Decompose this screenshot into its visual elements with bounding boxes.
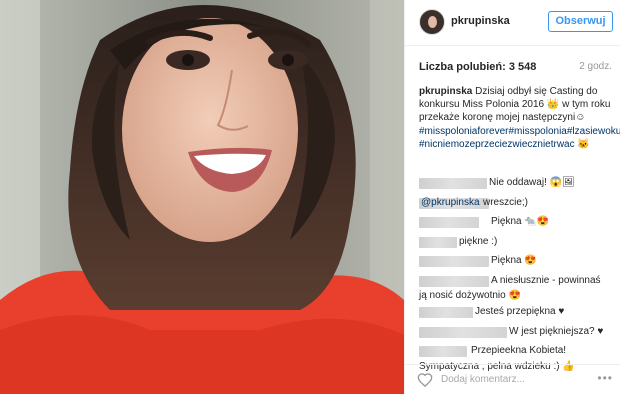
blurred-username xyxy=(419,346,467,357)
username-link[interactable]: pkrupinska xyxy=(451,15,510,27)
caption-hashtags[interactable]: #misspoloniaforever#misspolonia#lzasiewo… xyxy=(419,125,620,151)
comment-text: A niesłusznie - powinnaś xyxy=(491,274,601,286)
comment-row: Jesteś przepiękna ♥ xyxy=(419,305,619,325)
comment-mention[interactable]: @pkrupinska xyxy=(421,197,480,208)
comment-footer: Dodaj komentarz... ••• xyxy=(405,364,620,394)
post-header: pkrupinska Obserwuj xyxy=(405,0,620,46)
comment-text: Jesteś przepiękna ♥ xyxy=(475,306,565,317)
portrait-illustration xyxy=(0,0,404,394)
comment-text: Nie oddawaj! 😱🖼 xyxy=(489,177,575,188)
comment-text: piękne :) xyxy=(459,235,498,247)
caption-username[interactable]: pkrupinska xyxy=(419,86,472,97)
heart-outline-icon[interactable] xyxy=(417,372,433,392)
post-time[interactable]: 2 godz. xyxy=(579,61,612,72)
comment-row: Nie oddawaj! 😱🖼 xyxy=(419,176,619,196)
follow-button[interactable]: Obserwuj xyxy=(548,11,613,32)
comment-row: piękne :) xyxy=(419,235,619,255)
comments-list: Nie oddawaj! 😱🖼 @pkrupinska wreszcie;) P… xyxy=(419,176,619,376)
add-comment-input[interactable]: Dodaj komentarz... xyxy=(441,374,525,385)
avatar-face xyxy=(428,16,437,28)
comment-text: ją nosić dożywotnio 😍 xyxy=(419,290,521,301)
blurred-username xyxy=(419,307,473,318)
blurred-username xyxy=(419,217,479,228)
comment-row: Piękna 🐀😍 xyxy=(419,215,619,235)
comment-row: @pkrupinska wreszcie;) xyxy=(419,196,619,216)
blurred-username xyxy=(419,178,487,189)
comment-text: Przepieekna Kobieta! xyxy=(471,345,567,356)
blurred-username xyxy=(419,256,489,267)
likes-count[interactable]: Liczba polubień: 3 548 xyxy=(419,61,536,73)
more-options-icon[interactable]: ••• xyxy=(597,371,613,385)
comment-text: Piękna 😍 xyxy=(491,255,537,266)
comment-row: Piękna 😍 xyxy=(419,254,619,274)
post-caption: pkrupinska Dzisiaj odbył się Casting do … xyxy=(419,85,620,151)
blurred-username xyxy=(419,236,457,248)
comment-text: wreszcie;) xyxy=(483,196,529,208)
blurred-username xyxy=(419,326,507,338)
avatar[interactable] xyxy=(419,9,445,35)
comment-row: W jest piękniejsza? ♥ xyxy=(419,325,619,345)
comment-text: W jest piękniejsza? ♥ xyxy=(509,325,604,337)
comment-text: Piękna 🐀😍 xyxy=(491,216,550,227)
post-photo[interactable] xyxy=(0,0,404,394)
comment-row: ją nosić dożywotnio 😍 xyxy=(419,289,619,305)
post-sidebar: pkrupinska Obserwuj Liczba polubień: 3 5… xyxy=(404,0,620,394)
blurred-username xyxy=(419,275,489,287)
